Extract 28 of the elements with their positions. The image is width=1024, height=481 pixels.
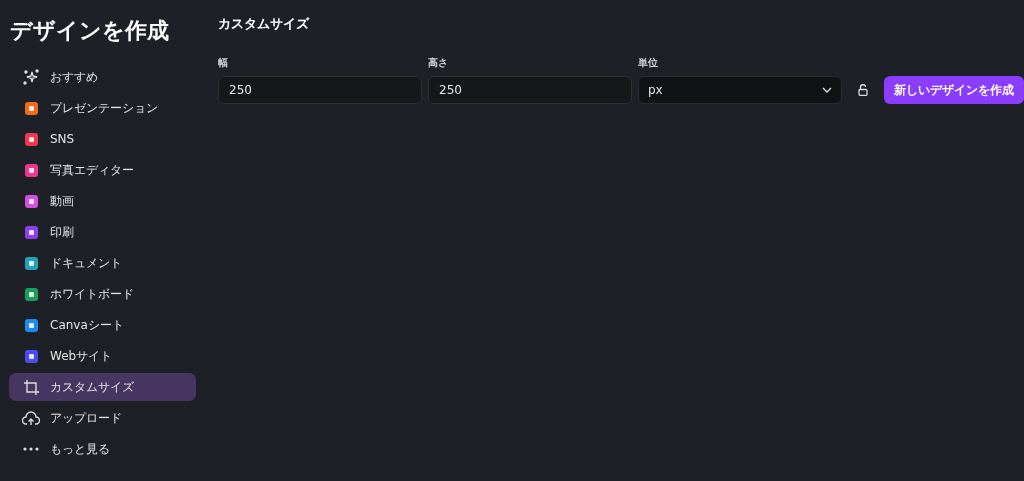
more-icon bbox=[23, 447, 39, 451]
sidebar-item[interactable]: Webサイト bbox=[9, 342, 196, 370]
sidebar-item[interactable]: プレゼンテーション bbox=[9, 94, 196, 122]
section-heading: カスタムサイズ bbox=[218, 15, 311, 33]
sidebar-item[interactable]: 印刷 bbox=[9, 218, 196, 246]
field-label: 単位 bbox=[638, 55, 659, 70]
sidebar-item[interactable]: アップロード bbox=[9, 404, 196, 432]
sidebar-title: デザインを作成 bbox=[9, 17, 170, 45]
sidebar-item[interactable]: SNS bbox=[9, 125, 196, 153]
sidebar-item[interactable]: 動画 bbox=[9, 187, 196, 215]
create-design-button[interactable]: 新しいデザインを作成 bbox=[884, 75, 1024, 104]
sidebar-item[interactable]: 写真エディター bbox=[9, 156, 196, 184]
sidebar-item[interactable]: もっと見る bbox=[9, 435, 196, 463]
sidebar-item[interactable]: おすすめ bbox=[9, 63, 196, 91]
cloud-upload-icon bbox=[22, 410, 40, 426]
size-input[interactable]: 250 bbox=[218, 75, 422, 104]
sidebar-item[interactable]: カスタムサイズ bbox=[9, 373, 196, 401]
unlocked-padlock-icon bbox=[858, 83, 868, 96]
field-label: 幅 bbox=[218, 55, 229, 70]
sidebar-item[interactable]: ホワイトボード bbox=[9, 280, 196, 308]
sidebar-item[interactable]: Canvaシート bbox=[9, 311, 196, 339]
sparkle-icon bbox=[23, 69, 39, 85]
unit-dropdown[interactable]: px bbox=[638, 75, 842, 104]
chevron-down-icon bbox=[822, 86, 832, 93]
size-input[interactable]: 250 bbox=[428, 75, 632, 104]
resize-icon bbox=[22, 378, 40, 396]
field-label: 高さ bbox=[428, 55, 449, 70]
sidebar-item[interactable]: ドキュメント bbox=[9, 249, 196, 277]
